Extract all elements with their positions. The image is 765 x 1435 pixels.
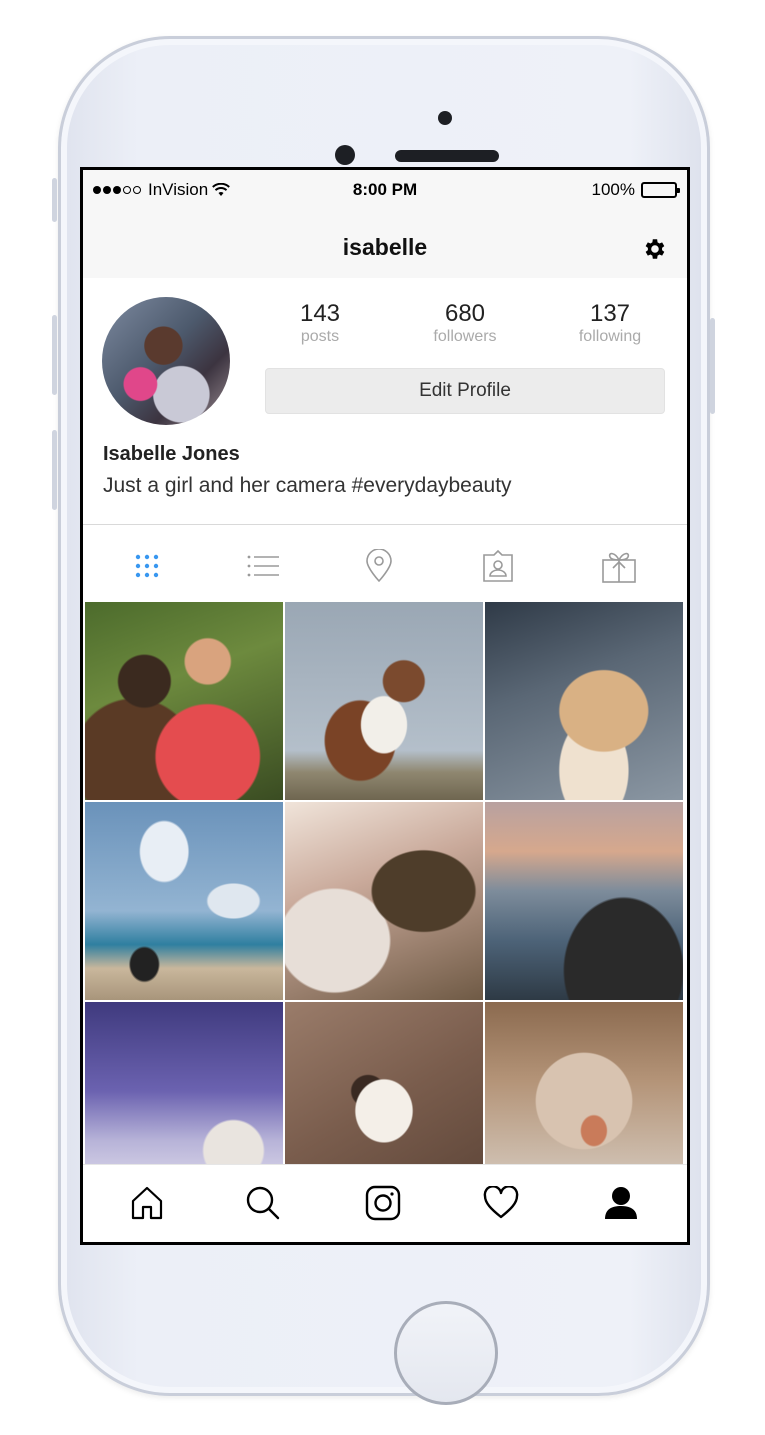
volume-down-button	[52, 430, 57, 510]
gift-icon	[602, 552, 636, 583]
power-button	[710, 318, 715, 414]
front-camera	[335, 145, 355, 165]
status-right: 100%	[591, 180, 680, 200]
tab-activity[interactable]	[481, 1183, 521, 1223]
tab-grid[interactable]	[127, 546, 167, 586]
search-icon	[246, 1186, 280, 1220]
list-icon	[247, 555, 279, 577]
photo-two-women-laughing[interactable]	[85, 602, 283, 800]
stat-posts[interactable]: 143 posts	[265, 300, 375, 346]
battery-icon	[641, 182, 680, 198]
profile-icon	[605, 1187, 637, 1219]
bottom-tab-bar	[83, 1164, 687, 1242]
status-bar: InVision 8:00 PM 100%	[83, 170, 687, 210]
divider	[83, 524, 687, 525]
battery-percent: 100%	[591, 180, 635, 199]
avatar[interactable]	[102, 297, 230, 425]
stat-value: 143	[299, 300, 341, 327]
tab-home[interactable]	[127, 1183, 167, 1223]
screen: InVision 8:00 PM 100% isabelle 143 posts…	[80, 167, 690, 1245]
proximity-sensor	[438, 111, 452, 125]
gear-icon[interactable]	[641, 236, 667, 262]
tab-location[interactable]	[359, 546, 399, 586]
photo-beach-scooter[interactable]	[85, 802, 283, 1000]
mute-switch	[52, 178, 57, 222]
stat-followers[interactable]: 680 followers	[410, 300, 520, 346]
home-button[interactable]	[394, 1301, 498, 1405]
tab-search[interactable]	[243, 1183, 283, 1223]
earpiece-speaker	[395, 150, 499, 162]
tab-tagged[interactable]	[478, 546, 518, 586]
home-icon	[131, 1186, 163, 1220]
heart-icon	[483, 1186, 519, 1219]
location-pin-icon	[366, 549, 392, 583]
edit-profile-button[interactable]: Edit Profile	[265, 368, 665, 414]
tab-gift[interactable]	[599, 546, 639, 586]
stat-label: following	[578, 328, 642, 345]
stat-value: 137	[589, 300, 631, 327]
stat-label: followers	[433, 328, 497, 345]
photo-rock-closeup[interactable]	[285, 802, 483, 1000]
nav-bar: isabelle	[83, 210, 687, 278]
photo-spaniel-lying[interactable]	[485, 602, 683, 800]
profile-stats: 143 posts 680 followers 137 following	[265, 300, 665, 346]
photo-sunset-coast[interactable]	[485, 802, 683, 1000]
stat-value: 680	[444, 300, 486, 327]
bio-text: Just a girl and her camera #everydaybeau…	[103, 474, 512, 497]
grid-icon	[135, 554, 159, 578]
profile-username: isabelle	[342, 234, 428, 260]
tab-camera[interactable]	[363, 1183, 403, 1223]
tab-list[interactable]	[243, 546, 283, 586]
volume-up-button	[52, 315, 57, 395]
tagged-person-icon	[483, 549, 513, 582]
tab-profile[interactable]	[601, 1183, 641, 1223]
stat-label: posts	[300, 328, 340, 345]
camera-icon	[365, 1185, 401, 1221]
display-name: Isabelle Jones	[103, 443, 240, 465]
photo-grid	[85, 602, 685, 1200]
stat-following[interactable]: 137 following	[555, 300, 665, 346]
photo-corgi-on-rock[interactable]	[285, 602, 483, 800]
